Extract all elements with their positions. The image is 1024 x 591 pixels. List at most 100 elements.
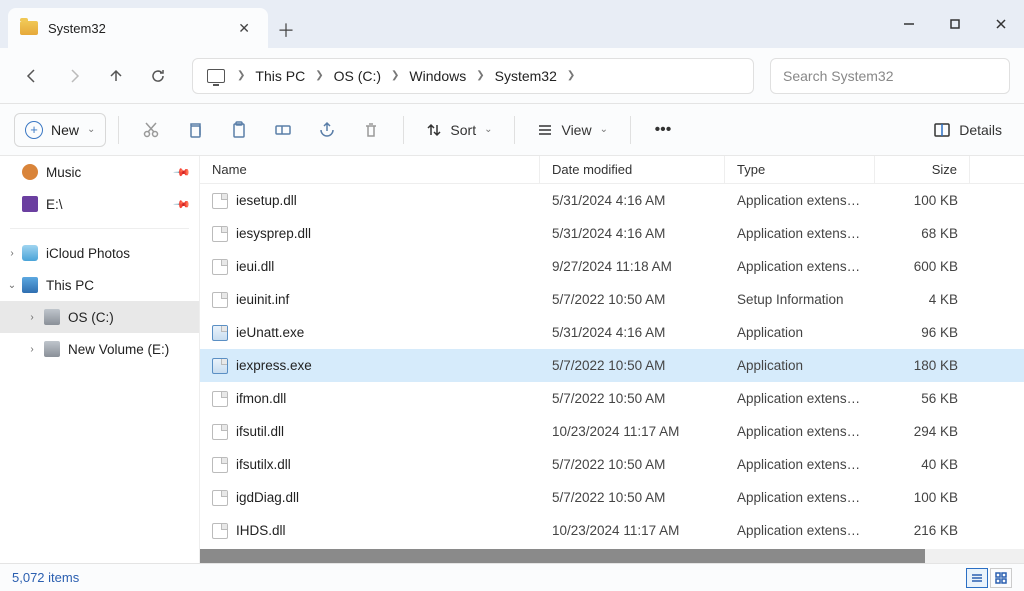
- thumbnails-view-toggle[interactable]: [990, 568, 1012, 588]
- maximize-button[interactable]: [932, 0, 978, 48]
- address-bar[interactable]: ❯ This PC ❯ OS (C:) ❯ Windows ❯ System32…: [192, 58, 754, 94]
- tab-close-button[interactable]: ✕: [232, 16, 256, 41]
- expand-chevron-icon[interactable]: ›: [26, 312, 38, 323]
- back-button[interactable]: [14, 58, 50, 94]
- file-type: Application extension: [725, 226, 875, 241]
- sidebar-item-label: Music: [46, 165, 81, 180]
- navigation-pane[interactable]: Music📌E:\📌 ›iCloud Photos ⌄ This PC › OS (C:…: [0, 156, 200, 563]
- delete-button[interactable]: [351, 112, 391, 148]
- file-date: 5/7/2022 10:50 AM: [540, 358, 725, 373]
- file-row[interactable]: igdDiag.dll 5/7/2022 10:50 AM Applicatio…: [200, 481, 1024, 514]
- tab-title: System32: [48, 21, 232, 36]
- column-header-date[interactable]: Date modified: [540, 156, 725, 183]
- file-row[interactable]: ifsutil.dll 10/23/2024 11:17 AM Applicat…: [200, 415, 1024, 448]
- titlebar: System32 ✕ ＋: [0, 0, 1024, 48]
- file-row[interactable]: iexpress.exe 5/7/2022 10:50 AM Applicati…: [200, 349, 1024, 382]
- view-button[interactable]: View ⌄: [527, 113, 617, 147]
- divider: [10, 228, 189, 229]
- details-view-toggle[interactable]: [966, 568, 988, 588]
- file-row[interactable]: ifmon.dll 5/7/2022 10:50 AM Application …: [200, 382, 1024, 415]
- sidebar-item-label: This PC: [46, 278, 94, 293]
- new-tab-button[interactable]: ＋: [268, 12, 304, 48]
- file-row[interactable]: ieui.dll 9/27/2024 11:18 AM Application …: [200, 250, 1024, 283]
- chevron-down-icon: ⌄: [87, 124, 95, 135]
- file-icon: [212, 358, 228, 374]
- file-row[interactable]: ifsutilx.dll 5/7/2022 10:50 AM Applicati…: [200, 448, 1024, 481]
- breadcrumb-segment[interactable]: OS (C:): [328, 68, 387, 84]
- share-button[interactable]: [307, 112, 347, 148]
- file-name: iesysprep.dll: [236, 226, 311, 241]
- file-type: Application extension: [725, 424, 875, 439]
- view-toggles: [966, 568, 1012, 588]
- copy-button[interactable]: [175, 112, 215, 148]
- breadcrumb-segment[interactable]: System32: [489, 68, 563, 84]
- sidebar-item[interactable]: › OS (C:): [0, 301, 199, 333]
- close-button[interactable]: [978, 0, 1024, 48]
- file-type: Application extension: [725, 193, 875, 208]
- sidebar-item[interactable]: E:\📌: [0, 188, 199, 220]
- expand-chevron-icon[interactable]: ›: [6, 248, 18, 259]
- file-size: 294 KB: [875, 424, 970, 439]
- file-row[interactable]: iesetup.dll 5/31/2024 4:16 AM Applicatio…: [200, 184, 1024, 217]
- sidebar-item[interactable]: ›iCloud Photos: [0, 237, 199, 269]
- breadcrumb-segment[interactable]: This PC: [249, 68, 311, 84]
- file-icon: [212, 259, 228, 275]
- up-button[interactable]: [98, 58, 134, 94]
- minimize-button[interactable]: [886, 0, 932, 48]
- refresh-button[interactable]: [140, 58, 176, 94]
- monitor-icon: [207, 69, 225, 83]
- chevron-right-icon[interactable]: ❯: [387, 70, 403, 81]
- details-icon: [933, 121, 951, 139]
- more-button[interactable]: •••: [643, 112, 683, 148]
- expand-chevron-icon[interactable]: ⌄: [6, 280, 18, 291]
- chevron-right-icon[interactable]: ❯: [472, 70, 488, 81]
- horizontal-scrollbar[interactable]: [200, 549, 1024, 563]
- sort-button[interactable]: Sort ⌄: [416, 113, 502, 147]
- chevron-right-icon[interactable]: ❯: [233, 70, 249, 81]
- sidebar-item[interactable]: ›New Volume (E:): [0, 333, 199, 365]
- expand-chevron-icon[interactable]: ›: [26, 344, 38, 355]
- breadcrumb-root[interactable]: [201, 69, 233, 83]
- file-size: 68 KB: [875, 226, 970, 241]
- separator: [630, 116, 631, 144]
- file-date: 5/7/2022 10:50 AM: [540, 457, 725, 472]
- main-area: Music📌E:\📌 ›iCloud Photos ⌄ This PC › OS (C:…: [0, 156, 1024, 563]
- window-tab[interactable]: System32 ✕: [8, 8, 268, 48]
- file-size: 40 KB: [875, 457, 970, 472]
- column-header-type[interactable]: Type: [725, 156, 875, 183]
- breadcrumb-segment[interactable]: Windows: [403, 68, 472, 84]
- sidebar-item-label: OS (C:): [68, 310, 114, 325]
- file-type: Application extension: [725, 457, 875, 472]
- column-header-size[interactable]: Size: [875, 156, 970, 183]
- file-size: 100 KB: [875, 490, 970, 505]
- file-type: Application extension: [725, 490, 875, 505]
- chevron-right-icon[interactable]: ❯: [563, 70, 579, 81]
- forward-button[interactable]: [56, 58, 92, 94]
- details-button[interactable]: Details: [925, 121, 1010, 139]
- sidebar-item[interactable]: ⌄ This PC: [0, 269, 199, 301]
- file-icon: [212, 523, 228, 539]
- file-row[interactable]: IHDS.dll 10/23/2024 11:17 AM Application…: [200, 514, 1024, 547]
- file-name: iexpress.exe: [236, 358, 312, 373]
- chevron-down-icon: ⌄: [600, 124, 608, 135]
- new-button[interactable]: + New ⌄: [14, 113, 106, 147]
- file-row[interactable]: iesysprep.dll 5/31/2024 4:16 AM Applicat…: [200, 217, 1024, 250]
- chevron-right-icon[interactable]: ❯: [311, 70, 327, 81]
- details-label: Details: [959, 122, 1002, 138]
- file-row[interactable]: ieUnatt.exe 5/31/2024 4:16 AM Applicatio…: [200, 316, 1024, 349]
- rename-button[interactable]: [263, 112, 303, 148]
- file-date: 10/23/2024 11:17 AM: [540, 424, 725, 439]
- column-header-name[interactable]: ⌃Name: [200, 156, 540, 183]
- paste-button[interactable]: [219, 112, 259, 148]
- cut-button[interactable]: [131, 112, 171, 148]
- file-name: ifsutilx.dll: [236, 457, 291, 472]
- scrollbar-thumb[interactable]: [200, 549, 925, 563]
- search-input[interactable]: Search System32: [770, 58, 1010, 94]
- folder-icon: [20, 21, 38, 35]
- sort-icon: [426, 122, 442, 138]
- file-date: 5/31/2024 4:16 AM: [540, 193, 725, 208]
- file-row[interactable]: ieuinit.inf 5/7/2022 10:50 AM Setup Info…: [200, 283, 1024, 316]
- file-list[interactable]: iesetup.dll 5/31/2024 4:16 AM Applicatio…: [200, 184, 1024, 549]
- sort-label: Sort: [450, 122, 476, 138]
- sidebar-item[interactable]: Music📌: [0, 156, 199, 188]
